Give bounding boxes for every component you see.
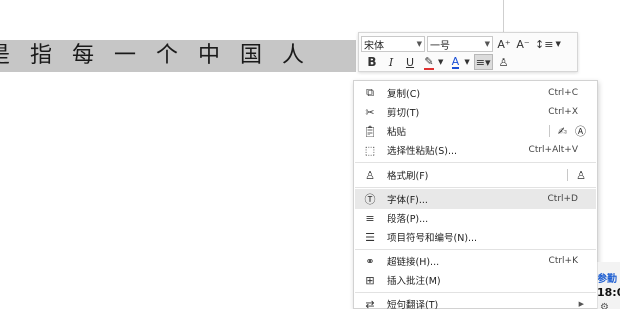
menu-item-translate[interactable]: ⇄ 短句翻译(T) ▶ <box>355 294 596 309</box>
menu-item-paragraph[interactable]: ≡ 段落(P)... <box>355 208 596 228</box>
format-painter-lock-icon[interactable]: ♙ <box>576 169 586 182</box>
highlighter-icon: ✎ <box>424 54 434 70</box>
menu-item-label: 超链接(H)... <box>387 257 440 268</box>
italic-icon: I <box>388 55 394 69</box>
menu-item-bullets-numbering[interactable]: ☰ 项目符号和编号(N)... <box>355 227 596 247</box>
chevron-down-icon: ▼ <box>438 58 444 66</box>
menu-separator <box>355 187 596 188</box>
menu-separator <box>355 249 596 250</box>
format-painter-icon: ♙ <box>365 168 375 182</box>
menu-item-cut[interactable]: ✂ 剪切(T) Ctrl+X <box>355 102 596 122</box>
paste-icon: 📋︎ <box>363 124 377 138</box>
translate-icon: ⇄ <box>365 297 375 309</box>
chevron-down-icon: ▼ <box>484 40 490 48</box>
format-painter-icon: ♙ <box>498 55 509 69</box>
font-icon: Ⓣ <box>364 193 376 206</box>
shrink-font-icon: A⁻ <box>516 37 530 51</box>
chevron-right-icon: ▶ <box>578 300 584 308</box>
shrink-font-button[interactable]: A⁻ <box>515 36 531 52</box>
page-margin-guide <box>503 0 504 34</box>
paste-options: ✍ Ⓐ <box>541 123 586 139</box>
paste-text-only-icon[interactable]: Ⓐ <box>575 123 586 139</box>
context-menu: ⧉ 复制(C) Ctrl+C ✂ 剪切(T) Ctrl+X 📋︎ 粘贴 ✍ Ⓐ … <box>353 80 598 309</box>
paste-keep-format-icon[interactable]: ✍ <box>558 125 567 138</box>
font-name-value: 宋体 <box>364 40 384 52</box>
menu-item-label: 粘贴 <box>387 127 407 138</box>
menu-item-label: 插入批注(M) <box>387 276 441 287</box>
italic-button[interactable]: I <box>383 54 399 70</box>
menu-item-insert-comment[interactable]: ⊞ 插入批注(M) <box>355 270 596 290</box>
menu-item-label: 剪切(T) <box>387 108 420 119</box>
menu-item-label: 短句翻译(T) <box>387 300 439 309</box>
document-text-content: 是指每一个中国人 <box>0 43 325 68</box>
menu-item-shortcut: Ctrl+C <box>548 88 578 98</box>
menu-separator <box>355 292 596 293</box>
format-painter-options: ♙ <box>559 169 586 182</box>
highlight-dropdown[interactable]: ▼ <box>437 54 444 70</box>
bullets-icon: ☰ <box>365 230 375 244</box>
comment-icon: ⊞ <box>365 273 375 287</box>
hyperlink-icon: ⚭ <box>365 254 375 268</box>
selected-document-text[interactable]: 是指每一个中国人 <box>0 40 380 72</box>
font-size-combo[interactable]: 一号 ▼ <box>427 36 493 52</box>
menu-item-label: 选择性粘贴(S)... <box>387 146 458 157</box>
menu-item-copy[interactable]: ⧉ 复制(C) Ctrl+C <box>355 83 596 103</box>
font-color-icon: A <box>451 54 460 69</box>
line-spacing-icon: ↕≡ <box>535 37 554 51</box>
panel-link-text[interactable]: 参勤 <box>598 270 617 285</box>
grow-font-button[interactable]: A⁺ <box>496 36 512 52</box>
bold-icon: B <box>367 55 377 69</box>
menu-item-paste-special[interactable]: ⬚ 选择性粘贴(S)... Ctrl+Alt+V <box>355 140 596 160</box>
menu-item-label: 复制(C) <box>387 89 421 100</box>
paste-special-icon: ⬚ <box>364 143 376 157</box>
font-color-button[interactable]: A <box>447 54 463 70</box>
menu-item-shortcut: Ctrl+K <box>548 256 578 266</box>
font-name-combo[interactable]: 宋体 ▼ <box>361 36 425 52</box>
menu-item-label: 段落(P)... <box>387 214 429 225</box>
divider <box>567 169 569 181</box>
bold-button[interactable]: B <box>364 54 380 70</box>
menu-item-label: 项目符号和编号(N)... <box>387 233 478 244</box>
underline-button[interactable]: U <box>402 54 418 70</box>
chevron-down-icon: ▼ <box>555 40 561 48</box>
font-size-value: 一号 <box>430 40 450 52</box>
menu-item-font[interactable]: Ⓣ 字体(F)... Ctrl+D <box>355 189 596 209</box>
copy-icon: ⧉ <box>366 86 374 99</box>
side-panel-partial: 参勤 18:0 ⚙ <box>597 262 620 309</box>
line-spacing-dropdown[interactable]: ▼ <box>554 36 561 52</box>
menu-item-shortcut: Ctrl+D <box>547 194 579 204</box>
paragraph-icon: ≡ <box>365 211 375 225</box>
align-justify-icon: ≡▾ <box>475 55 491 69</box>
panel-time-text: 18:0 <box>597 286 620 299</box>
menu-item-shortcut: Ctrl+Alt+V <box>528 145 578 155</box>
font-color-dropdown[interactable]: ▼ <box>463 54 470 70</box>
mini-toolbar-row-font: 宋体 ▼ 一号 ▼ A⁺ A⁻ ↕≡ ▼ <box>361 35 562 53</box>
mini-formatting-toolbar: 宋体 ▼ 一号 ▼ A⁺ A⁻ ↕≡ ▼ B I U ✎ ▼ A ▼ ≡▾ ♙ <box>358 32 578 72</box>
chevron-down-icon: ▼ <box>416 40 422 48</box>
menu-item-hyperlink[interactable]: ⚭ 超链接(H)... Ctrl+K <box>355 251 596 271</box>
menu-separator <box>355 162 596 163</box>
chevron-down-icon: ▼ <box>464 58 470 66</box>
grow-font-icon: A⁺ <box>497 37 511 51</box>
menu-item-label: 字体(F)... <box>387 195 428 206</box>
menu-item-paste[interactable]: 📋︎ 粘贴 ✍ Ⓐ <box>355 121 596 141</box>
line-spacing-button[interactable]: ↕≡ <box>534 36 554 52</box>
menu-item-format-painter[interactable]: ♙ 格式刷(F) ♙ <box>355 165 596 185</box>
menu-item-label: 格式刷(F) <box>387 171 429 182</box>
format-painter-button[interactable]: ♙ <box>496 54 512 70</box>
highlight-button[interactable]: ✎ <box>421 54 437 70</box>
mini-toolbar-row-style: B I U ✎ ▼ A ▼ ≡▾ ♙ <box>361 53 512 71</box>
align-button[interactable]: ≡▾ <box>473 54 493 70</box>
cut-icon: ✂ <box>365 105 375 119</box>
menu-item-shortcut: Ctrl+X <box>548 107 578 117</box>
divider <box>548 125 550 137</box>
underline-icon: U <box>405 55 415 69</box>
settings-icon[interactable]: ⚙ <box>600 302 609 309</box>
